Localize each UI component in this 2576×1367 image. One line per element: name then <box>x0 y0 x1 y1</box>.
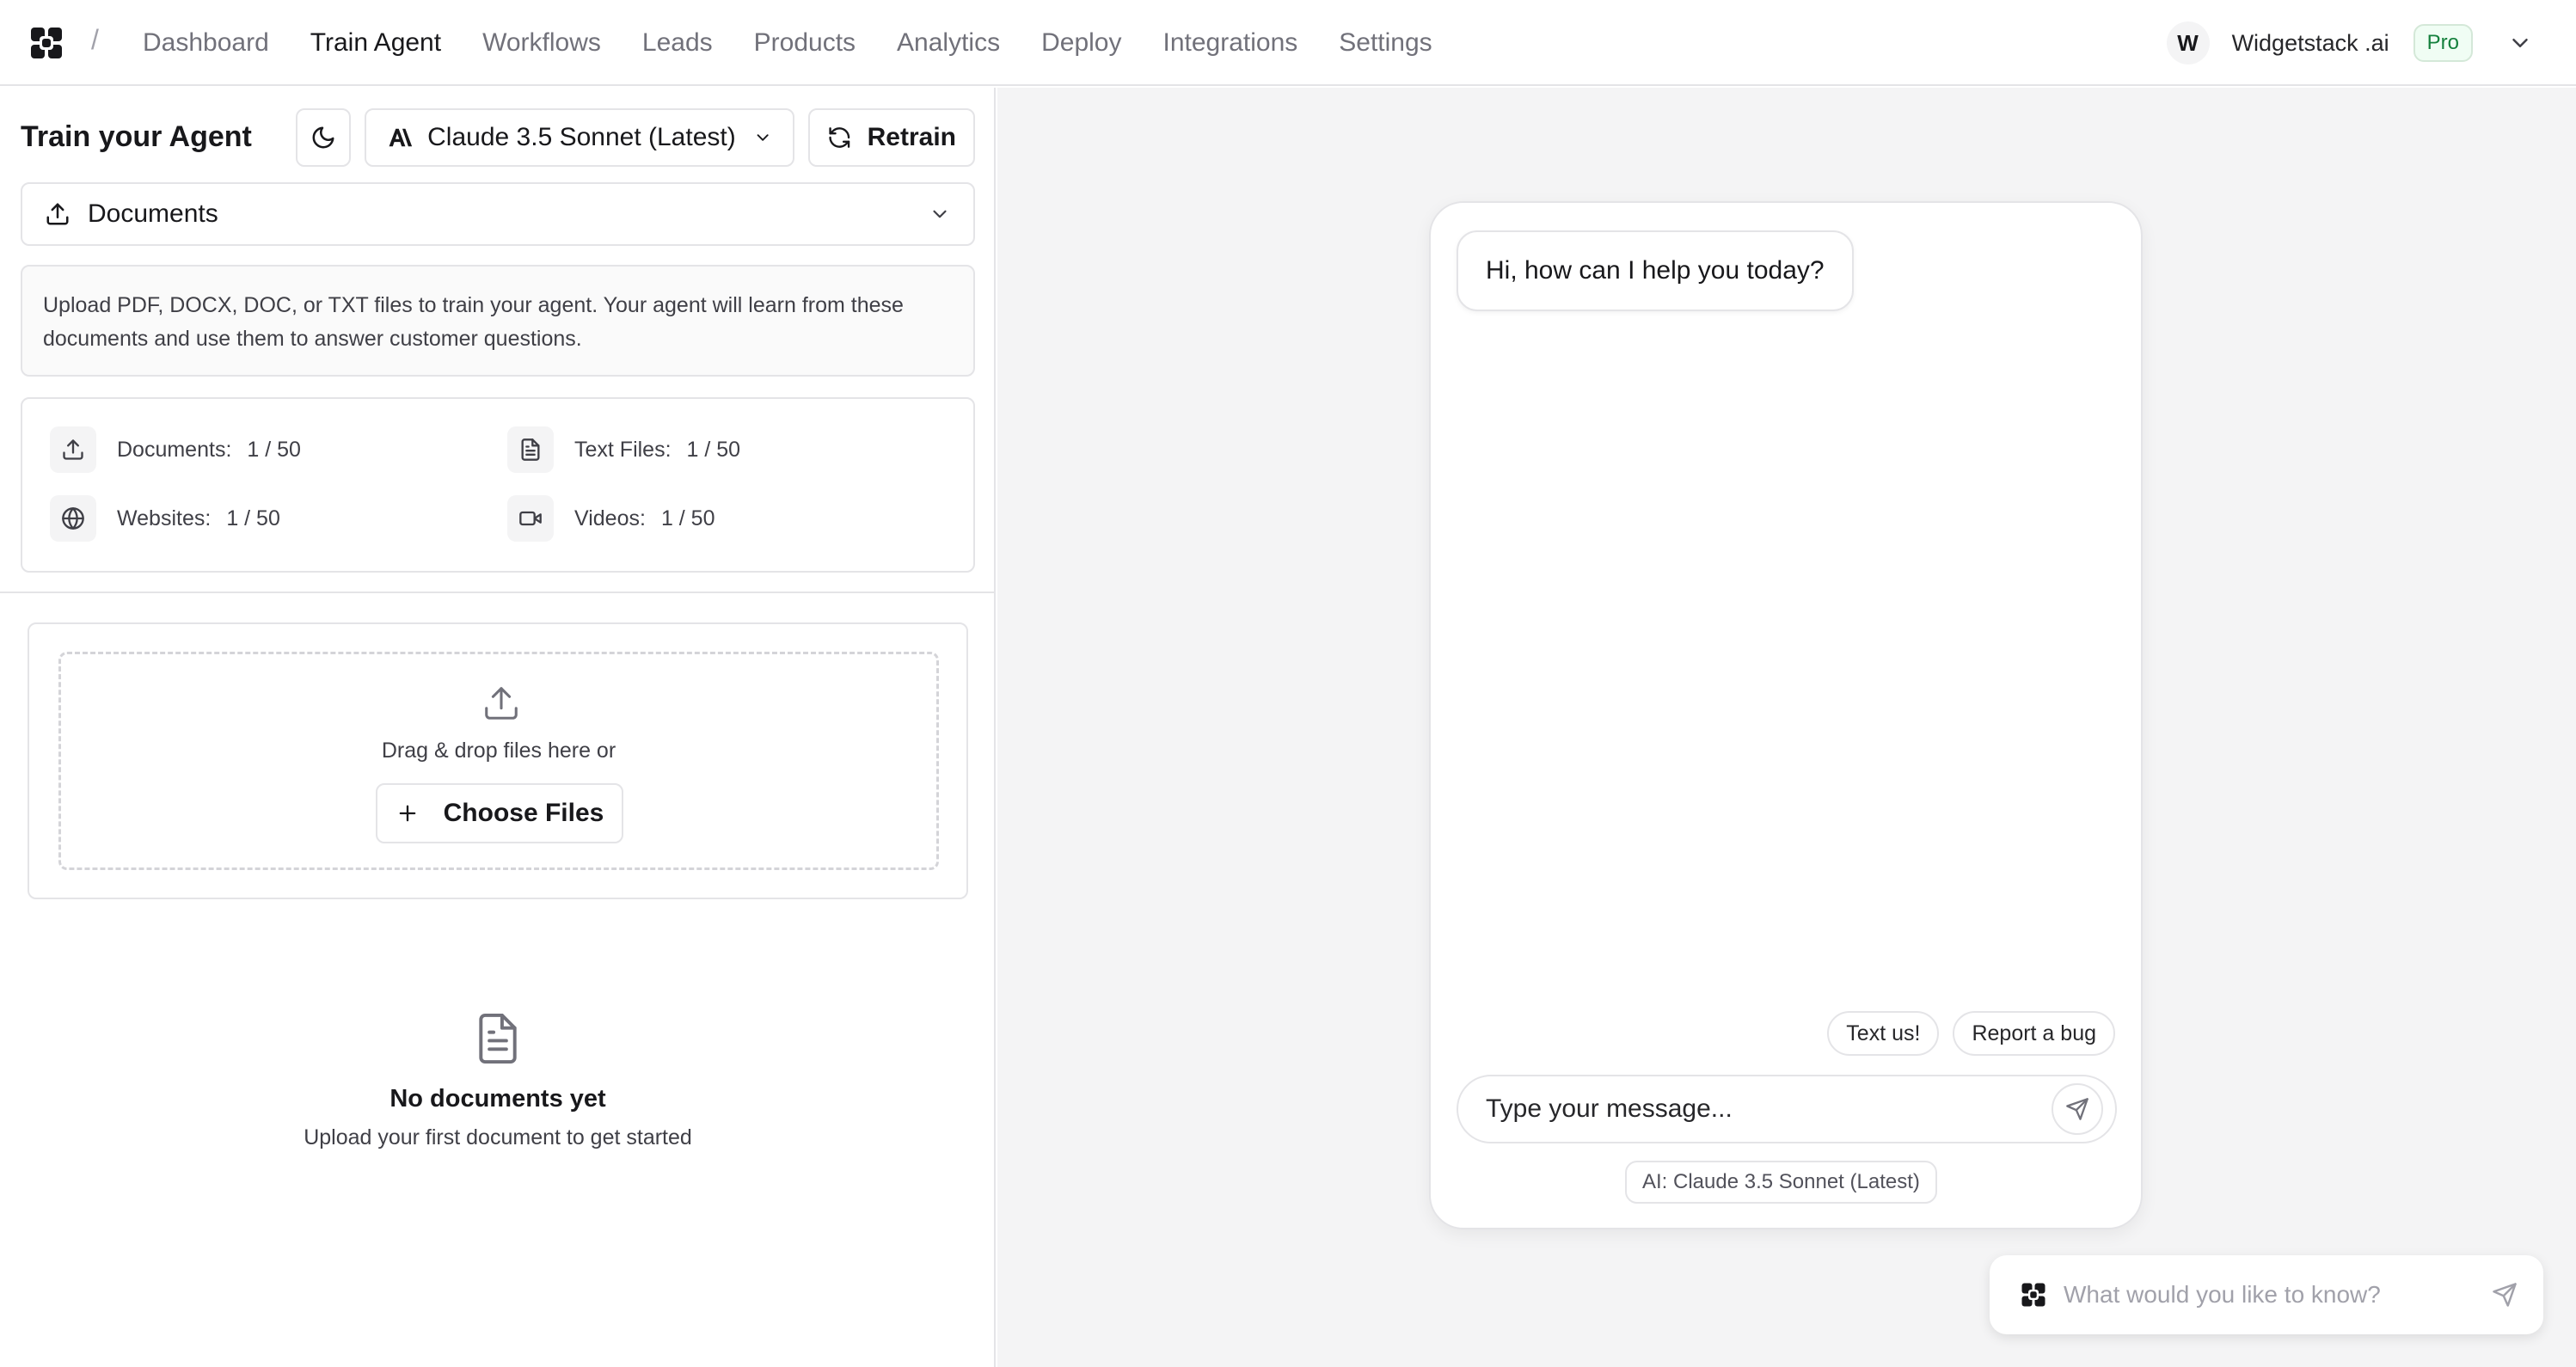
chevron-down-icon[interactable] <box>2507 30 2533 56</box>
upload-card: Drag & drop files here or Choose Files <box>28 622 968 899</box>
anthropic-logo-icon <box>389 128 413 147</box>
file-text-icon <box>521 438 540 461</box>
theme-toggle-button[interactable] <box>296 108 351 167</box>
send-icon <box>2066 1098 2088 1120</box>
chevron-down-icon <box>933 210 947 218</box>
chat-widget-preview: Hi, how can I help you today? Text us! R… <box>1429 201 2143 1229</box>
stat-value: 1 / 50 <box>226 506 280 530</box>
nav-item-analytics[interactable]: Analytics <box>897 28 1000 58</box>
chevron-down-icon <box>757 134 769 141</box>
training-header: Train your Agent Claude 3.5 Sonnet (Late… <box>21 108 975 167</box>
upload-instructions: Upload PDF, DOCX, DOC, or TXT files to t… <box>21 265 975 377</box>
nav-item-dashboard[interactable]: Dashboard <box>143 28 269 58</box>
upload-icon <box>63 439 83 460</box>
stat-videos: Videos: 1 / 50 <box>507 495 715 542</box>
moon-icon <box>312 126 334 149</box>
globe-icon <box>62 507 84 530</box>
chat-preview-panel: Hi, how can I help you today? Text us! R… <box>997 88 2576 1367</box>
breadcrumb-separator: / <box>91 24 99 55</box>
stat-label: Websites: <box>117 506 212 530</box>
retrain-button[interactable]: Retrain <box>808 108 975 167</box>
stat-label: Text Files: <box>574 437 672 462</box>
brand-logo-icon[interactable] <box>29 26 64 60</box>
stat-text-files: Text Files: 1 / 50 <box>507 426 740 473</box>
nav-item-integrations[interactable]: Integrations <box>1162 28 1297 58</box>
assistant-greeting-bubble: Hi, how can I help you today? <box>1457 230 1854 311</box>
model-select-button[interactable]: Claude 3.5 Sonnet (Latest) <box>365 108 794 167</box>
refresh-icon <box>829 127 850 148</box>
stat-label: Videos: <box>574 506 646 530</box>
stat-value: 1 / 50 <box>247 437 301 462</box>
send-button[interactable] <box>2052 1083 2103 1135</box>
plus-icon <box>399 805 415 822</box>
empty-state-title: No documents yet <box>389 1085 606 1113</box>
page-title: Train your Agent <box>21 120 252 153</box>
nav-item-deploy[interactable]: Deploy <box>1041 28 1121 58</box>
training-panel: Train your Agent Claude 3.5 Sonnet (Late… <box>0 88 996 1367</box>
stat-documents: Documents: 1 / 50 <box>50 426 301 473</box>
training-source-label: Documents <box>88 199 218 228</box>
usage-stats: Documents: 1 / 50 Text Files: 1 / 50 Web… <box>21 397 975 573</box>
empty-state-subtitle: Upload your first document to get starte… <box>304 1125 692 1149</box>
nav-item-settings[interactable]: Settings <box>1339 28 1432 58</box>
stat-label: Documents: <box>117 437 232 462</box>
dropzone-text: Drag & drop files here or <box>381 739 616 763</box>
file-dropzone[interactable]: Drag & drop files here or Choose Files <box>58 652 939 870</box>
send-icon[interactable] <box>2492 1282 2518 1308</box>
brand-logo-icon <box>2021 1283 2045 1307</box>
nav-item-train-agent[interactable]: Train Agent <box>310 28 441 58</box>
message-input[interactable] <box>1486 1094 2052 1124</box>
org-name[interactable]: Widgetstack .ai <box>2232 30 2389 57</box>
choose-files-label: Choose Files <box>443 799 604 827</box>
nav-item-products[interactable]: Products <box>754 28 856 58</box>
retrain-label: Retrain <box>867 123 956 151</box>
stat-websites: Websites: 1 / 50 <box>50 495 280 542</box>
nav-item-workflows[interactable]: Workflows <box>482 28 601 58</box>
avatar[interactable]: W <box>2166 21 2210 64</box>
nav-item-leads[interactable]: Leads <box>642 28 713 58</box>
section-divider <box>0 592 996 593</box>
active-model-badge: AI: Claude 3.5 Sonnet (Latest) <box>1625 1161 1937 1204</box>
video-icon <box>519 511 542 526</box>
file-text-icon <box>479 1013 517 1064</box>
main-nav: Dashboard Train Agent Workflows Leads Pr… <box>143 0 1474 86</box>
empty-documents-state: No documents yet Upload your first docum… <box>0 1011 996 1150</box>
upload-icon <box>485 687 518 720</box>
message-input-wrapper <box>1457 1075 2117 1143</box>
quick-reply-chips: Text us! Report a bug <box>1813 1011 2115 1056</box>
plan-badge: Pro <box>2413 24 2473 62</box>
ask-input[interactable] <box>2064 1281 2492 1309</box>
upload-icon <box>46 203 69 225</box>
chip-report-bug[interactable]: Report a bug <box>1953 1011 2115 1056</box>
stat-value: 1 / 50 <box>686 437 741 462</box>
stat-value: 1 / 50 <box>660 506 715 530</box>
model-select-label: Claude 3.5 Sonnet (Latest) <box>427 123 736 151</box>
training-source-select[interactable]: Documents <box>21 182 975 246</box>
choose-files-button[interactable]: Choose Files <box>376 783 623 843</box>
assistant-ask-bar <box>1990 1255 2543 1334</box>
account-menu[interactable]: W Widgetstack .ai Pro <box>2166 0 2533 86</box>
top-navigation-bar: / Dashboard Train Agent Workflows Leads … <box>0 0 2576 86</box>
chip-text-us[interactable]: Text us! <box>1827 1011 1940 1056</box>
